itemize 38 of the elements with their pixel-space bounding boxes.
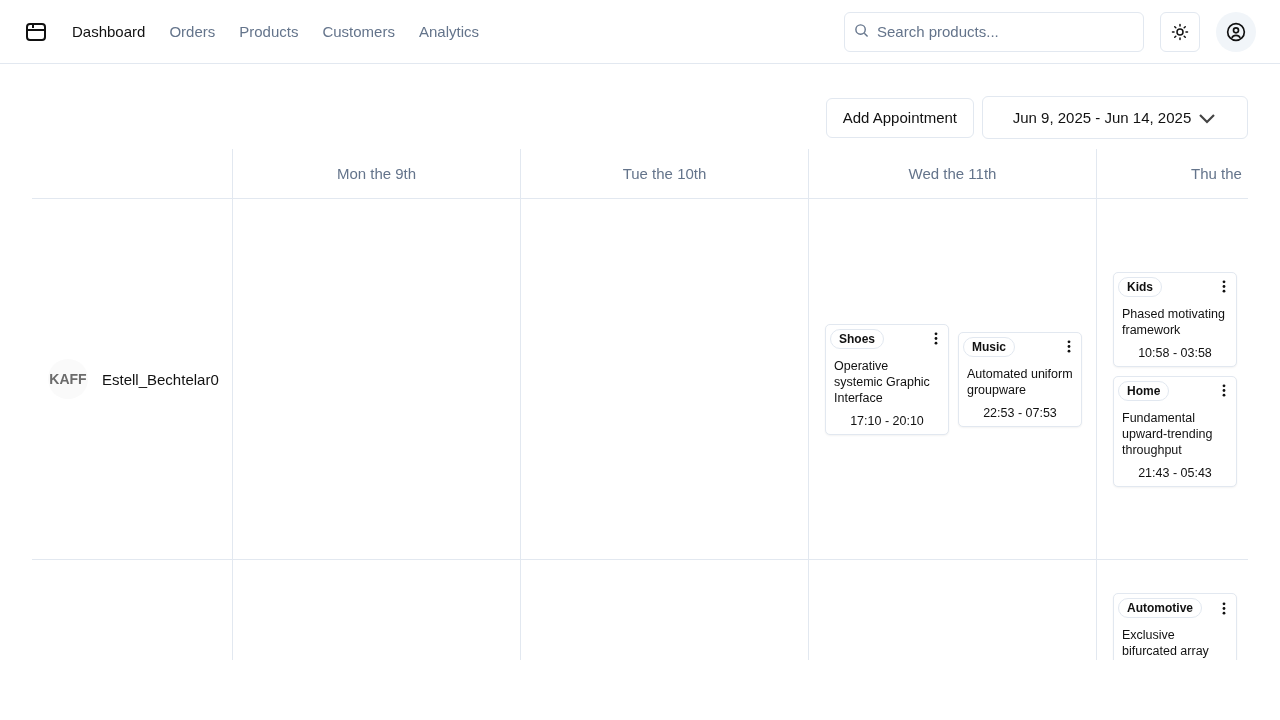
appointment-title: Phased motivating framework (1122, 305, 1226, 338)
more-options-icon[interactable] (1222, 601, 1226, 615)
appointment-time: 10:58 - 03:58 (1137, 345, 1213, 360)
appointment-card[interactable]: Home Fundamental upward-trending throughput 21:43 - 05:43 (1113, 375, 1237, 487)
more-options-icon[interactable] (1222, 280, 1226, 293)
appointment-time: 22:53 - 07:53 (982, 405, 1058, 420)
appointment-card[interactable]: Music Automated uniform groupware 22:53 - 07:53 (958, 331, 1082, 427)
nav-link[interactable]: Analytics (418, 23, 479, 40)
more-options-icon[interactable] (1222, 384, 1226, 397)
appointment-time: 21:43 - 05:43 (1137, 465, 1213, 480)
appointment-title: Operative systemic Graphic Interface (834, 357, 931, 406)
day-header: Tue the 10th (622, 165, 707, 182)
appointment-card[interactable]: Automotive Exclusive bifurcated array (1113, 593, 1237, 660)
search-field[interactable]: Search products... (844, 11, 1144, 52)
day-header: Thu the (1191, 165, 1242, 182)
nav-link[interactable]: Customers (322, 23, 395, 40)
appointment-title: Exclusive bifurcated array (1122, 627, 1210, 659)
nav-link[interactable]: Dashboard (72, 23, 146, 40)
day-header: Wed the 11th (908, 165, 997, 182)
theme-toggle-button[interactable] (1160, 11, 1200, 52)
more-options-icon[interactable] (1067, 340, 1071, 353)
company-logo: KAFF (48, 359, 88, 399)
more-options-icon[interactable] (934, 332, 938, 345)
user-account-button[interactable] (1216, 11, 1256, 52)
date-range-picker[interactable]: Jun 9, 2025 - Jun 14, 2025 (982, 96, 1248, 139)
add-appointment-button[interactable]: Add Appointment (825, 97, 974, 138)
sun-icon (1171, 22, 1189, 41)
appointment-card[interactable]: Kids Phased motivating framework 10:58 - 03:58 (1113, 271, 1237, 367)
appointment-title: Automated uniform groupware (967, 365, 1073, 398)
nav-link[interactable]: Orders (169, 23, 216, 40)
search-icon (854, 22, 869, 38)
user-circle-icon (1226, 21, 1246, 42)
day-header: Mon the 9th (336, 165, 417, 182)
resource-name: Estell_Bechtelar0 (102, 370, 219, 388)
appointment-time: 17:10 - 20:10 (849, 413, 925, 428)
appointment-card[interactable]: Shoes Operative systemic Graphic Interface 17:10 - 20:10 (825, 323, 949, 435)
nav-link[interactable]: Products (239, 23, 299, 40)
appointment-title: Fundamental upward-trending throughput (1122, 409, 1214, 458)
